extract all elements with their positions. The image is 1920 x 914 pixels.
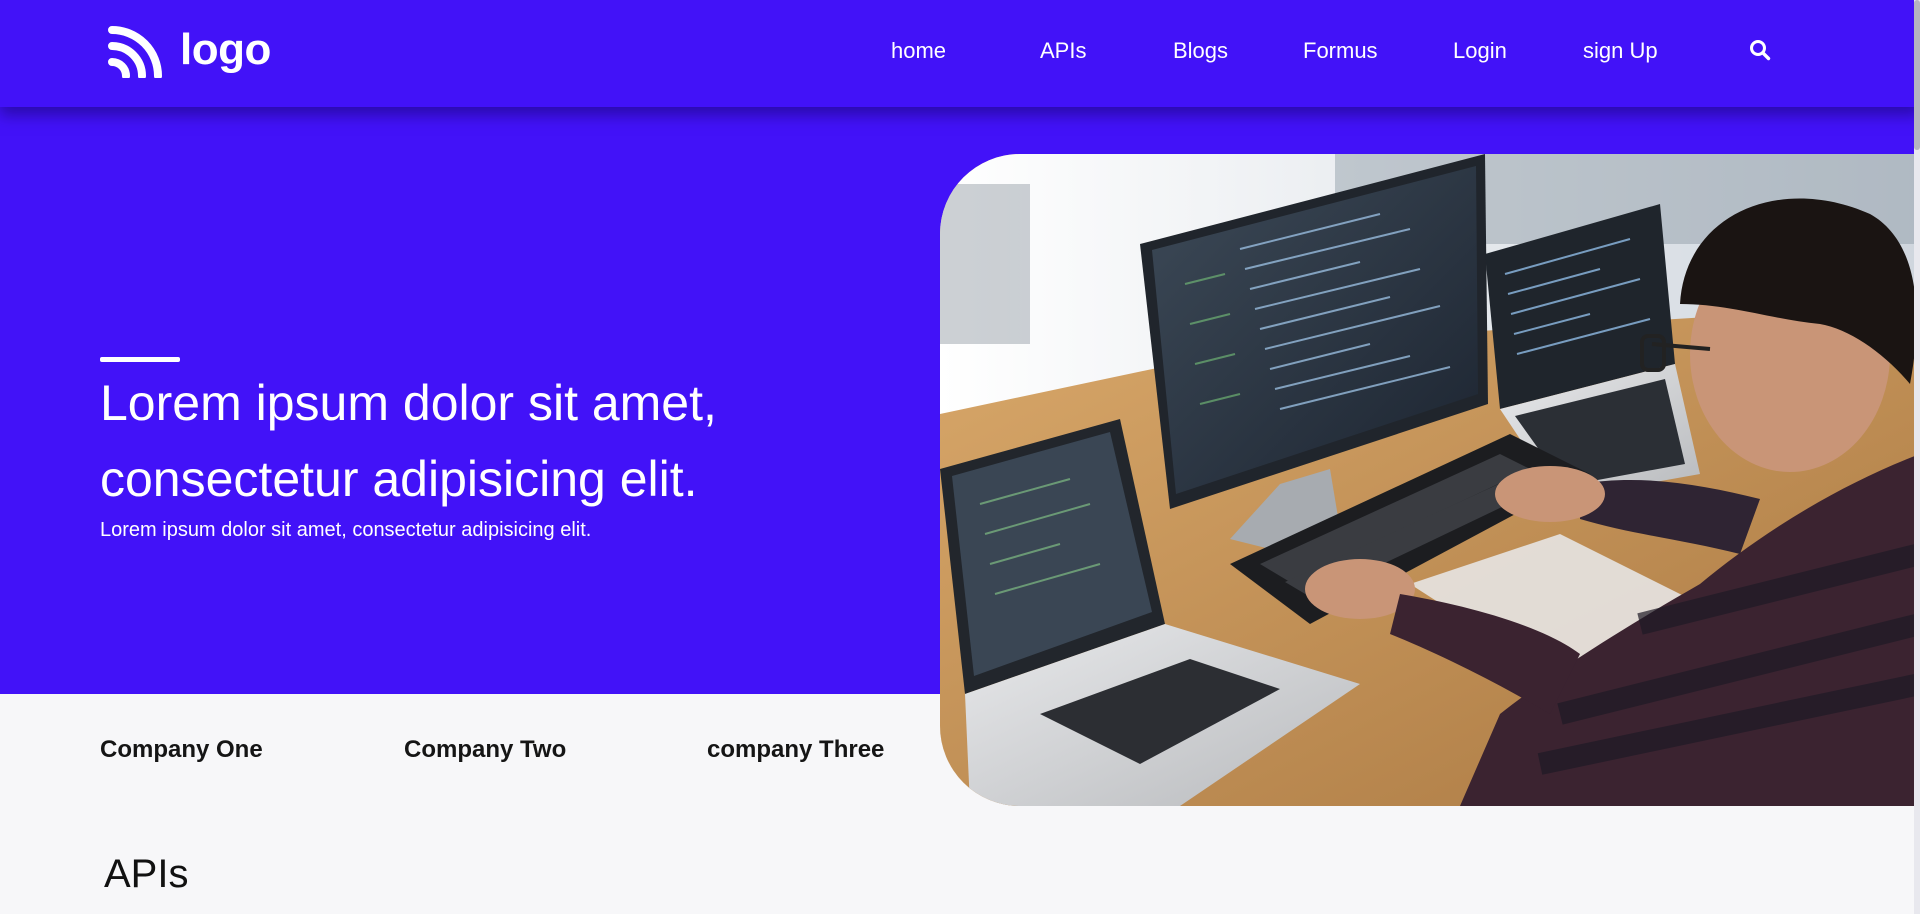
hero-subtitle: Lorem ipsum dolor sit amet, consectetur … [100,519,592,541]
hero-title-line-2: consectetur adipisicing elit. [100,451,698,507]
site-header: logo home APIs Blogs Formus Login sign U… [0,0,1920,107]
hero-title-line-1: Lorem ipsum dolor sit amet, [100,375,717,431]
company-one: Company One [100,736,263,763]
company-two: Company Two [404,736,567,763]
nav-item-login[interactable]: Login [1453,36,1507,66]
page: logo home APIs Blogs Formus Login sign U… [0,0,1920,914]
nav-item-formus[interactable]: Formus [1303,36,1378,66]
companies-list: Company One Company Two company Three [0,735,940,765]
nav-item-blogs[interactable]: Blogs [1173,36,1228,66]
search-button[interactable] [1748,38,1772,62]
company-three: company Three [707,736,885,763]
apis-section-title: APIs [104,852,189,896]
main-nav: home APIs Blogs Formus Login sign Up [0,36,1920,66]
hero-image [940,154,1920,806]
nav-item-home[interactable]: home [891,36,946,66]
hero-title: Lorem ipsum dolor sit amet, consectetur … [100,365,940,517]
page-scrollbar[interactable] [1914,0,1920,914]
hero-accent-bar [100,357,180,362]
hero-photo [940,154,1920,806]
nav-item-sign-up[interactable]: sign Up [1583,36,1658,66]
search-icon [1750,40,1771,61]
scrollbar-thumb[interactable] [1914,0,1920,150]
nav-item-apis[interactable]: APIs [1040,36,1086,66]
